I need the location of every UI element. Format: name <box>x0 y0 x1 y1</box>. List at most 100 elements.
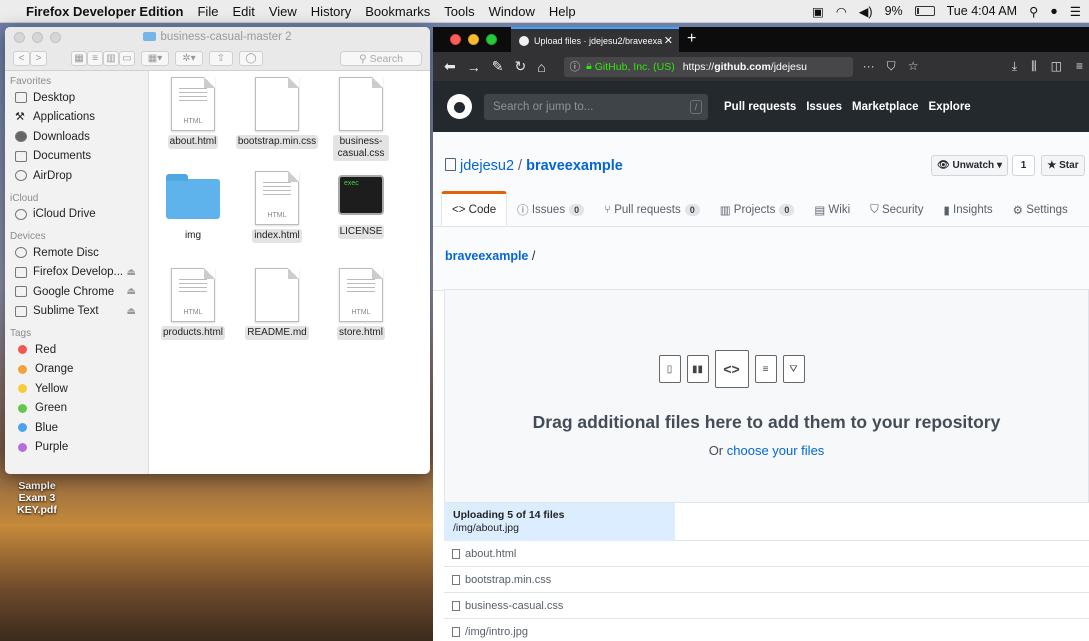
reload-icon[interactable]: ↻ <box>514 58 526 75</box>
tab-security[interactable]: ⛉ Security <box>860 194 933 226</box>
column-view-icon[interactable]: ▥ <box>103 51 119 66</box>
forward-button[interactable]: > <box>30 51 47 66</box>
battery-icon[interactable] <box>914 6 935 16</box>
sidebar-tag-green[interactable]: Green <box>5 399 148 419</box>
menu-app-name[interactable]: Firefox Developer Edition <box>26 4 183 19</box>
back-arrow-icon[interactable]: ⬅ <box>444 58 456 75</box>
menu-tools[interactable]: Tools <box>444 4 474 19</box>
bookmark-star-icon[interactable]: ☆ <box>908 59 919 74</box>
pocket-icon[interactable]: ⛉ <box>887 59 896 74</box>
file-item[interactable]: exec LICENSE <box>319 171 403 239</box>
sidebar-item-icloud-drive[interactable]: iCloud Drive <box>5 205 148 225</box>
group-menu-icon[interactable]: ▦▾ <box>141 51 169 66</box>
list-view-icon[interactable]: ≡ <box>87 51 103 66</box>
icon-view-icon[interactable]: ▦ <box>71 51 87 66</box>
file-item[interactable]: HTML index.html <box>235 171 319 243</box>
menu-window[interactable]: Window <box>489 4 535 19</box>
sidebar-item-airdrop[interactable]: AirDrop <box>5 166 148 186</box>
forward-arrow-icon[interactable]: → <box>467 59 481 75</box>
sidebar-item-downloads[interactable]: Downloads <box>5 127 148 147</box>
unwatch-button[interactable]: 👁︎ Unwatch ▾ <box>931 155 1008 176</box>
library-icon[interactable]: ⫼ <box>1031 59 1037 74</box>
minimize-button[interactable] <box>468 34 479 45</box>
github-logo-icon[interactable] <box>447 94 472 119</box>
sidebar-item-firefox-developer[interactable]: Firefox Develop... ⏏ <box>5 263 148 283</box>
browser-tab[interactable]: Upload files · jdejesu2/braveexa ✕ <box>511 27 679 52</box>
star-button[interactable]: ★ Star <box>1041 155 1085 176</box>
tab-insights[interactable]: ▮ Insights <box>934 194 1003 226</box>
wifi-icon[interactable]: ◠ <box>836 4 847 19</box>
menu-edit[interactable]: Edit <box>232 4 254 19</box>
tab-issues[interactable]: ⓘ Issues 0 <box>507 194 594 226</box>
eject-icon[interactable]: ⏏ <box>127 306 136 317</box>
tag-icon[interactable]: ◯ <box>239 51 263 66</box>
file-item[interactable]: HTML store.html <box>319 268 403 340</box>
repo-name-link[interactable]: braveexample <box>526 158 623 174</box>
share-icon[interactable]: ⇧ <box>209 51 233 66</box>
sidebar-item-google-chrome[interactable]: Google Chrome ⏏ <box>5 282 148 302</box>
file-item[interactable]: README.md <box>235 268 319 340</box>
menu-file[interactable]: File <box>197 4 218 19</box>
tab-code[interactable]: <> Code <box>441 191 508 226</box>
sidebar-toggle-icon[interactable]: ◫ <box>1051 59 1062 74</box>
page-actions-icon[interactable]: ··· <box>863 59 875 74</box>
notification-center-icon[interactable]: ☰ <box>1070 4 1081 19</box>
finder-titlebar[interactable]: business-casual-master 2 <box>5 27 430 47</box>
site-identity[interactable]: GitHub, Inc. (US) <box>595 61 675 73</box>
file-item[interactable]: bootstrap.min.css <box>235 77 319 149</box>
back-button[interactable]: < <box>13 51 30 66</box>
spotlight-icon[interactable]: ⚲ <box>1029 4 1038 19</box>
tab-projects[interactable]: ▥ Projects 0 <box>710 194 805 226</box>
tab-wiki[interactable]: ▤ Wiki <box>804 194 860 226</box>
url-bar[interactable]: ⓘ 🔒︎ GitHub, Inc. (US) https://github.co… <box>563 56 853 77</box>
watch-count[interactable]: 1 <box>1012 155 1035 176</box>
menu-history[interactable]: History <box>311 4 351 19</box>
menu-help[interactable]: Help <box>549 4 576 19</box>
gallery-view-icon[interactable]: ▭ <box>119 51 135 66</box>
menu-bookmarks[interactable]: Bookmarks <box>365 4 430 19</box>
downloads-icon[interactable]: ⤓ <box>1012 59 1017 74</box>
menu-view[interactable]: View <box>269 4 297 19</box>
clock[interactable]: Tue 4:04 AM <box>947 4 1017 18</box>
zoom-button[interactable] <box>486 34 497 45</box>
sidebar-tag-blue[interactable]: Blue <box>5 418 148 438</box>
eject-icon[interactable]: ⏏ <box>127 286 136 297</box>
nav-issues[interactable]: Issues <box>806 101 842 113</box>
siri-icon[interactable]: ● <box>1050 4 1058 18</box>
list-item[interactable]: business-casual.css <box>444 593 1089 619</box>
screen-share-icon[interactable]: ▣ <box>812 4 824 19</box>
github-search-input[interactable]: Search or jump to... / <box>484 93 708 120</box>
sidebar-tag-purple[interactable]: Purple <box>5 438 148 458</box>
close-button[interactable] <box>450 34 461 45</box>
nav-marketplace[interactable]: Marketplace <box>852 101 918 113</box>
home-icon[interactable]: ⌂ <box>537 59 545 75</box>
sidebar-item-applications[interactable]: ⚒ Applications <box>5 108 148 128</box>
url-text[interactable]: https://github.com/jdejesu <box>683 61 807 73</box>
file-item[interactable]: HTML products.html <box>151 268 235 340</box>
list-item[interactable]: bootstrap.min.css <box>444 567 1089 593</box>
choose-files-link[interactable]: choose your files <box>727 443 825 458</box>
sidebar-tag-orange[interactable]: Orange <box>5 360 148 380</box>
close-tab-icon[interactable]: ✕ <box>664 34 673 47</box>
sidebar-item-desktop[interactable]: Desktop <box>5 88 148 108</box>
menu-icon[interactable]: ≡ <box>1076 59 1083 74</box>
list-item[interactable]: about.html <box>444 541 1089 567</box>
sidebar-item-sublime-text[interactable]: Sublime Text ⏏ <box>5 302 148 322</box>
volume-icon[interactable]: ◀) <box>859 4 873 19</box>
file-item[interactable]: HTML about.html <box>151 77 235 149</box>
desktop-file[interactable]: Sample Exam 3 KEY.pdf <box>6 480 68 516</box>
breadcrumb-repo-link[interactable]: braveexample <box>445 249 528 263</box>
sidebar-item-remote-disc[interactable]: Remote Disc <box>5 243 148 263</box>
nav-pull-requests[interactable]: Pull requests <box>724 101 796 113</box>
eject-icon[interactable]: ⏏ <box>127 267 136 278</box>
sidebar-item-documents[interactable]: Documents <box>5 147 148 167</box>
info-icon[interactable]: ⓘ <box>570 59 581 74</box>
file-item[interactable]: img <box>151 171 235 243</box>
finder-search-field[interactable]: ⚲ Search <box>340 51 422 66</box>
file-drop-zone[interactable]: ▯ ▮▮ <> ≡ ⛛ Drag additional files here t… <box>444 289 1089 503</box>
sidebar-tag-yellow[interactable]: Yellow <box>5 379 148 399</box>
new-tab-icon[interactable]: + <box>687 27 696 52</box>
action-gear-icon[interactable]: ✲▾ <box>175 51 203 66</box>
tab-pull-requests[interactable]: ⑂ Pull requests 0 <box>594 194 710 226</box>
repo-owner-link[interactable]: jdejesu2 <box>460 158 514 174</box>
